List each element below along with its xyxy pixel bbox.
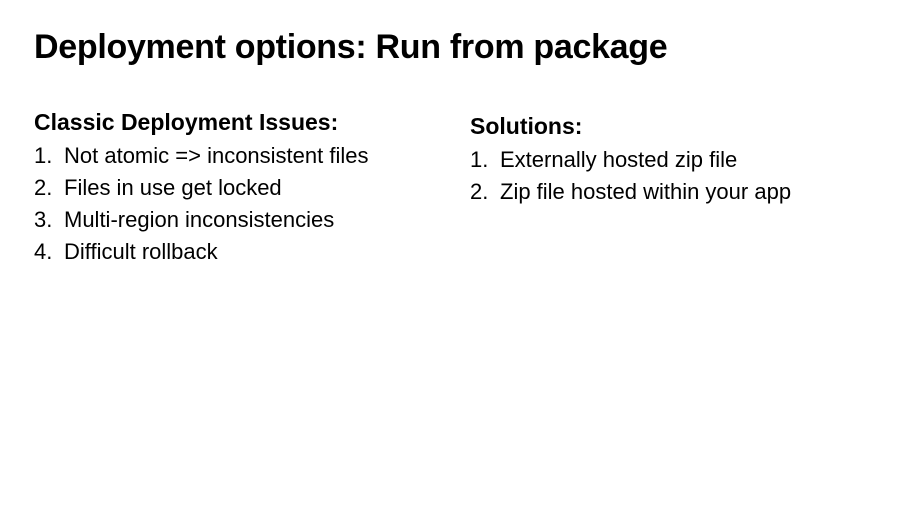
left-list: Not atomic => inconsistent files Files i… (34, 140, 454, 268)
slide-title: Deployment options: Run from package (34, 28, 873, 67)
list-item-text: Externally hosted zip file (500, 144, 870, 176)
right-list: Externally hosted zip file Zip file host… (470, 144, 870, 208)
list-item: Difficult rollback (34, 236, 454, 268)
list-item: Files in use get locked (34, 172, 454, 204)
column-left: Classic Deployment Issues: Not atomic =>… (34, 109, 454, 268)
list-item-text: Difficult rollback (64, 236, 454, 268)
list-item: Zip file hosted within your app (470, 176, 870, 208)
right-heading: Solutions: (470, 113, 870, 140)
list-item: Multi-region inconsistencies (34, 204, 454, 236)
columns: Classic Deployment Issues: Not atomic =>… (34, 109, 873, 268)
list-item: Not atomic => inconsistent files (34, 140, 454, 172)
list-item: Externally hosted zip file (470, 144, 870, 176)
list-item-text: Not atomic => inconsistent files (64, 140, 454, 172)
list-item-text: Multi-region inconsistencies (64, 204, 454, 236)
column-right: Solutions: Externally hosted zip file Zi… (470, 109, 870, 268)
list-item-text: Files in use get locked (64, 172, 454, 204)
left-heading: Classic Deployment Issues: (34, 109, 454, 136)
list-item-text: Zip file hosted within your app (500, 176, 870, 208)
